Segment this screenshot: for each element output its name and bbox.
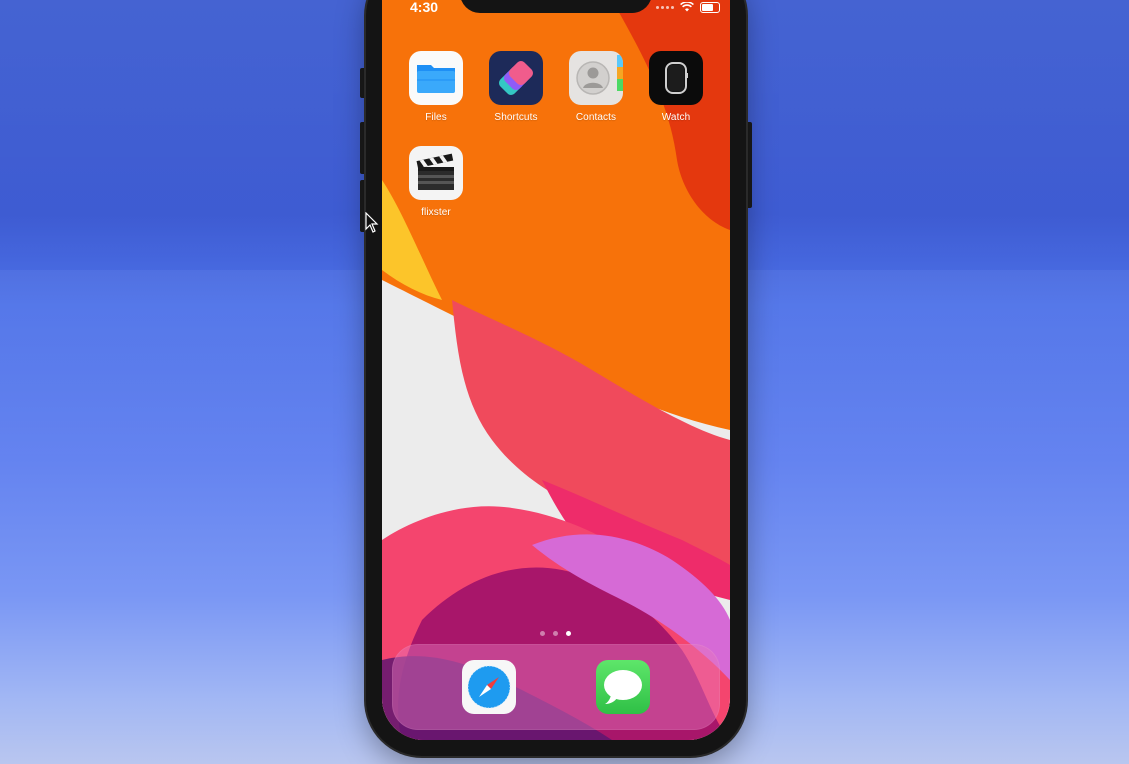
app-flixster[interactable]: flixster	[396, 146, 476, 218]
app-contacts[interactable]: Contacts	[556, 51, 636, 123]
power-button	[745, 122, 752, 208]
watch-icon	[649, 51, 703, 105]
mouse-cursor-icon	[365, 212, 379, 233]
shortcuts-icon	[489, 51, 543, 105]
cellular-signal-icon	[656, 5, 674, 9]
battery-icon	[700, 1, 720, 13]
dock	[392, 644, 720, 730]
page-dot	[553, 631, 558, 636]
clapperboard-icon	[409, 146, 463, 200]
app-files[interactable]: Files	[396, 51, 476, 123]
safari-compass-icon	[467, 665, 511, 709]
notch	[460, 0, 652, 13]
app-label: Files	[425, 112, 447, 123]
contacts-icon	[569, 51, 623, 105]
status-indicators	[656, 0, 720, 14]
app-label: Shortcuts	[494, 112, 538, 123]
app-label: flixster	[421, 207, 451, 218]
page-indicator[interactable]	[540, 631, 571, 636]
wifi-icon	[680, 2, 694, 12]
folder-icon	[409, 51, 463, 105]
app-label: Watch	[661, 112, 691, 123]
app-watch[interactable]: Watch	[636, 51, 716, 123]
message-bubble-icon	[604, 670, 642, 704]
dock-app-messages[interactable]	[596, 660, 650, 714]
page-dot	[540, 631, 545, 636]
app-label: Contacts	[575, 112, 617, 123]
dock-app-safari[interactable]	[462, 660, 516, 714]
status-time: 4:30	[410, 0, 439, 15]
page-dot-active	[566, 631, 571, 636]
app-shortcuts[interactable]: Shortcuts	[476, 51, 556, 123]
